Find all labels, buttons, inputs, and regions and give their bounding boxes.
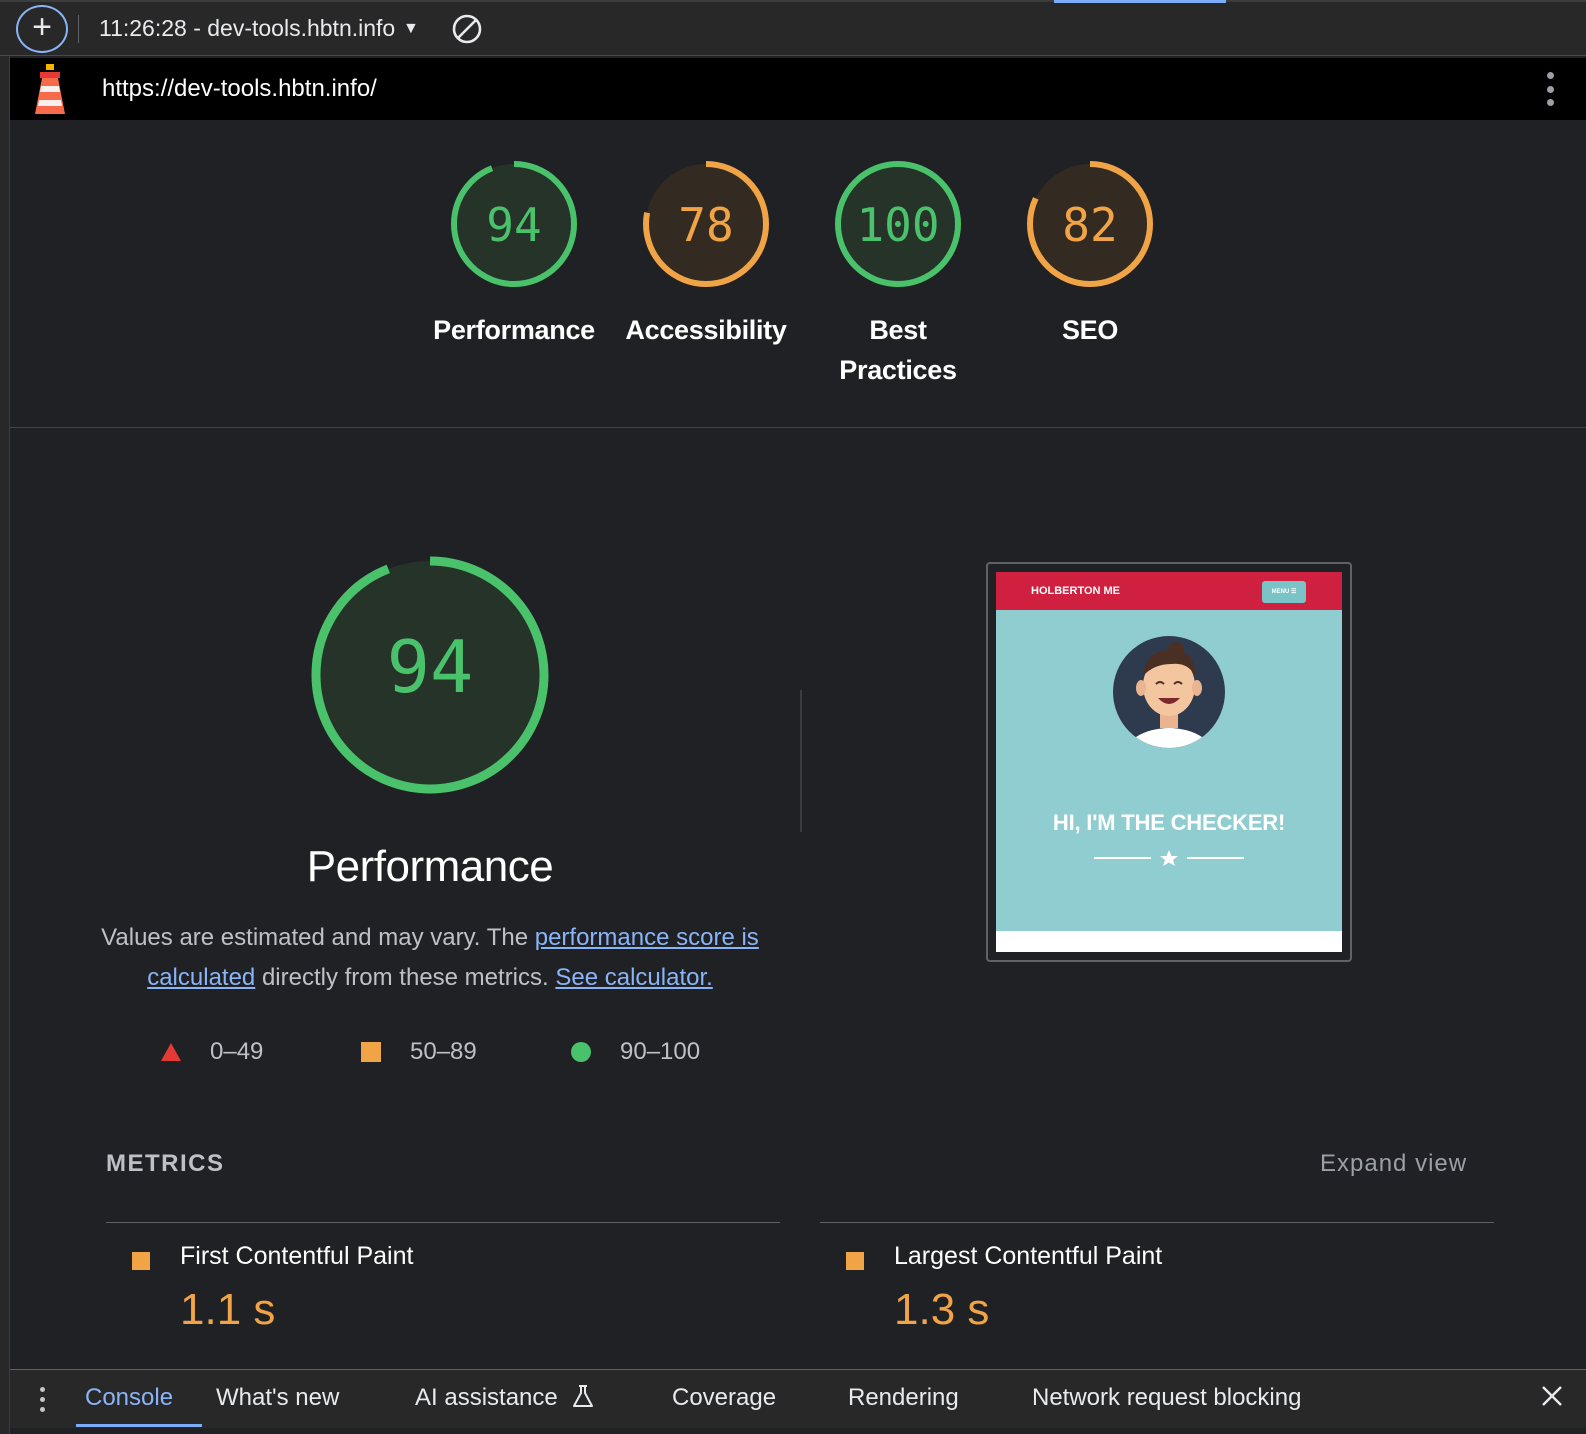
avatar-illustration: [1113, 636, 1225, 748]
expand-view-toggle[interactable]: Expand view: [1320, 1150, 1467, 1178]
metric-first-contentful-paint: First Contentful Paint 1.1 s: [132, 1240, 772, 1340]
close-icon[interactable]: [1540, 1384, 1564, 1408]
tab-rendering[interactable]: Rendering: [848, 1384, 959, 1412]
tab-coverage[interactable]: Coverage: [672, 1384, 776, 1412]
performance-score: 94: [386, 625, 474, 709]
report-url[interactable]: https://dev-tools.hbtn.info/: [102, 75, 377, 103]
metrics-heading: METRICS: [106, 1150, 225, 1177]
clear-all-button[interactable]: [451, 13, 483, 45]
lighthouse-logo: [35, 64, 65, 114]
desc-text: directly from these metrics.: [255, 964, 556, 991]
performance-title: Performance: [306, 842, 554, 891]
flask-icon: [573, 1385, 594, 1407]
active-tab-underline: [76, 1424, 202, 1427]
desc-text: Values are estimated and may vary. The: [101, 924, 535, 951]
block-icon: [452, 14, 482, 43]
legend-label: 90–100: [620, 1038, 701, 1065]
gauge-accessibility[interactable]: 78 Accessibility: [616, 158, 796, 350]
tab-label: AI assistance: [415, 1384, 558, 1411]
gauge-score: 78: [678, 198, 734, 252]
screenshot-page: HOLBERTON ME MENU ☰ HI, I'M THE CHECKER!: [996, 572, 1342, 952]
gauge-score: 82: [1062, 198, 1118, 252]
new-report-button[interactable]: +: [16, 4, 68, 53]
screenshot-hero: HI, I'M THE CHECKER!: [996, 610, 1342, 931]
dropdown-caret-icon: ▼: [403, 19, 419, 37]
metric-value: 1.1 s: [180, 1285, 276, 1334]
tab-console[interactable]: Console: [85, 1384, 173, 1412]
drawer-tabs: [10, 1370, 74, 1428]
console-toolbar-strip: [10, 1428, 1586, 1434]
left-edge: [0, 56, 10, 1434]
legend-label: 50–89: [410, 1038, 477, 1065]
tab-whats-new[interactable]: What's new: [216, 1384, 339, 1412]
gauge-label: Best Practices: [839, 315, 957, 385]
square-icon: [846, 1252, 864, 1270]
metric-value: 1.3 s: [894, 1285, 990, 1334]
category-gauges: 94 Performance 78 Accessibility 100 Best…: [10, 120, 1586, 428]
bottom-drawer: Console What's new AI assistance Coverag…: [10, 1369, 1586, 1434]
metric-name: First Contentful Paint: [180, 1242, 414, 1270]
tab-ai-assistance[interactable]: AI assistance: [415, 1384, 594, 1412]
gauge-label: SEO: [1061, 315, 1119, 345]
legend-average: 50–89: [360, 1032, 477, 1072]
gauge-label: Performance: [433, 315, 595, 345]
legend-fail: 0–49: [160, 1032, 263, 1072]
vertical-divider: [800, 690, 802, 832]
gauge-label: Accessibility: [625, 315, 787, 345]
toolbar-separator: [78, 14, 79, 43]
star-divider: [1094, 850, 1244, 866]
report-selector[interactable]: 11:26:28 - dev-tools.hbtn.info ▼: [99, 15, 421, 42]
more-options-icon[interactable]: [1546, 72, 1554, 106]
score-legend: 0–49 50–89 90–100: [160, 1032, 760, 1072]
gauge-performance[interactable]: 94 Performance: [424, 158, 604, 350]
square-icon: [361, 1042, 381, 1062]
gauge-score: 94: [486, 198, 542, 252]
legend-label: 0–49: [210, 1038, 264, 1065]
screenshot-navbar: HOLBERTON ME MENU ☰: [996, 572, 1342, 610]
active-tab-indicator: [1054, 0, 1226, 3]
metric-largest-contentful-paint: Largest Contentful Paint 1.3 s: [846, 1240, 1486, 1340]
drawer-menu-icon[interactable]: [10, 1370, 74, 1428]
gauge-score: 100: [856, 198, 940, 252]
performance-description: Values are estimated and may vary. The p…: [100, 918, 760, 998]
report-selector-label: 11:26:28 - dev-tools.hbtn.info: [99, 15, 396, 41]
metrics-divider: [106, 1222, 780, 1223]
screenshot-hero-text: HI, I'M THE CHECKER!: [1052, 810, 1286, 835]
triangle-icon: [161, 1043, 181, 1061]
gauge-best-practices[interactable]: 100 Best Practices: [808, 158, 988, 390]
url-bar: https://dev-tools.hbtn.info/: [10, 58, 1586, 120]
screenshot-menu-button: MENU ☰: [1262, 581, 1306, 603]
legend-pass: 90–100: [570, 1032, 700, 1072]
gauge-seo[interactable]: 82 SEO: [1000, 158, 1180, 350]
circle-icon: [571, 1042, 591, 1062]
metric-name: Largest Contentful Paint: [894, 1242, 1163, 1270]
plus-icon: +: [32, 8, 52, 46]
tab-network-request-blocking[interactable]: Network request blocking: [1032, 1384, 1301, 1412]
square-icon: [132, 1252, 150, 1270]
screenshot-brand: HOLBERTON ME: [1031, 585, 1121, 597]
report-toolbar: + 11:26:28 - dev-tools.hbtn.info ▼: [0, 0, 1586, 56]
metrics-divider: [820, 1222, 1494, 1223]
see-calculator-link[interactable]: See calculator.: [555, 964, 712, 991]
final-screenshot[interactable]: HOLBERTON ME MENU ☰ HI, I'M THE CHECKER!: [986, 562, 1352, 962]
